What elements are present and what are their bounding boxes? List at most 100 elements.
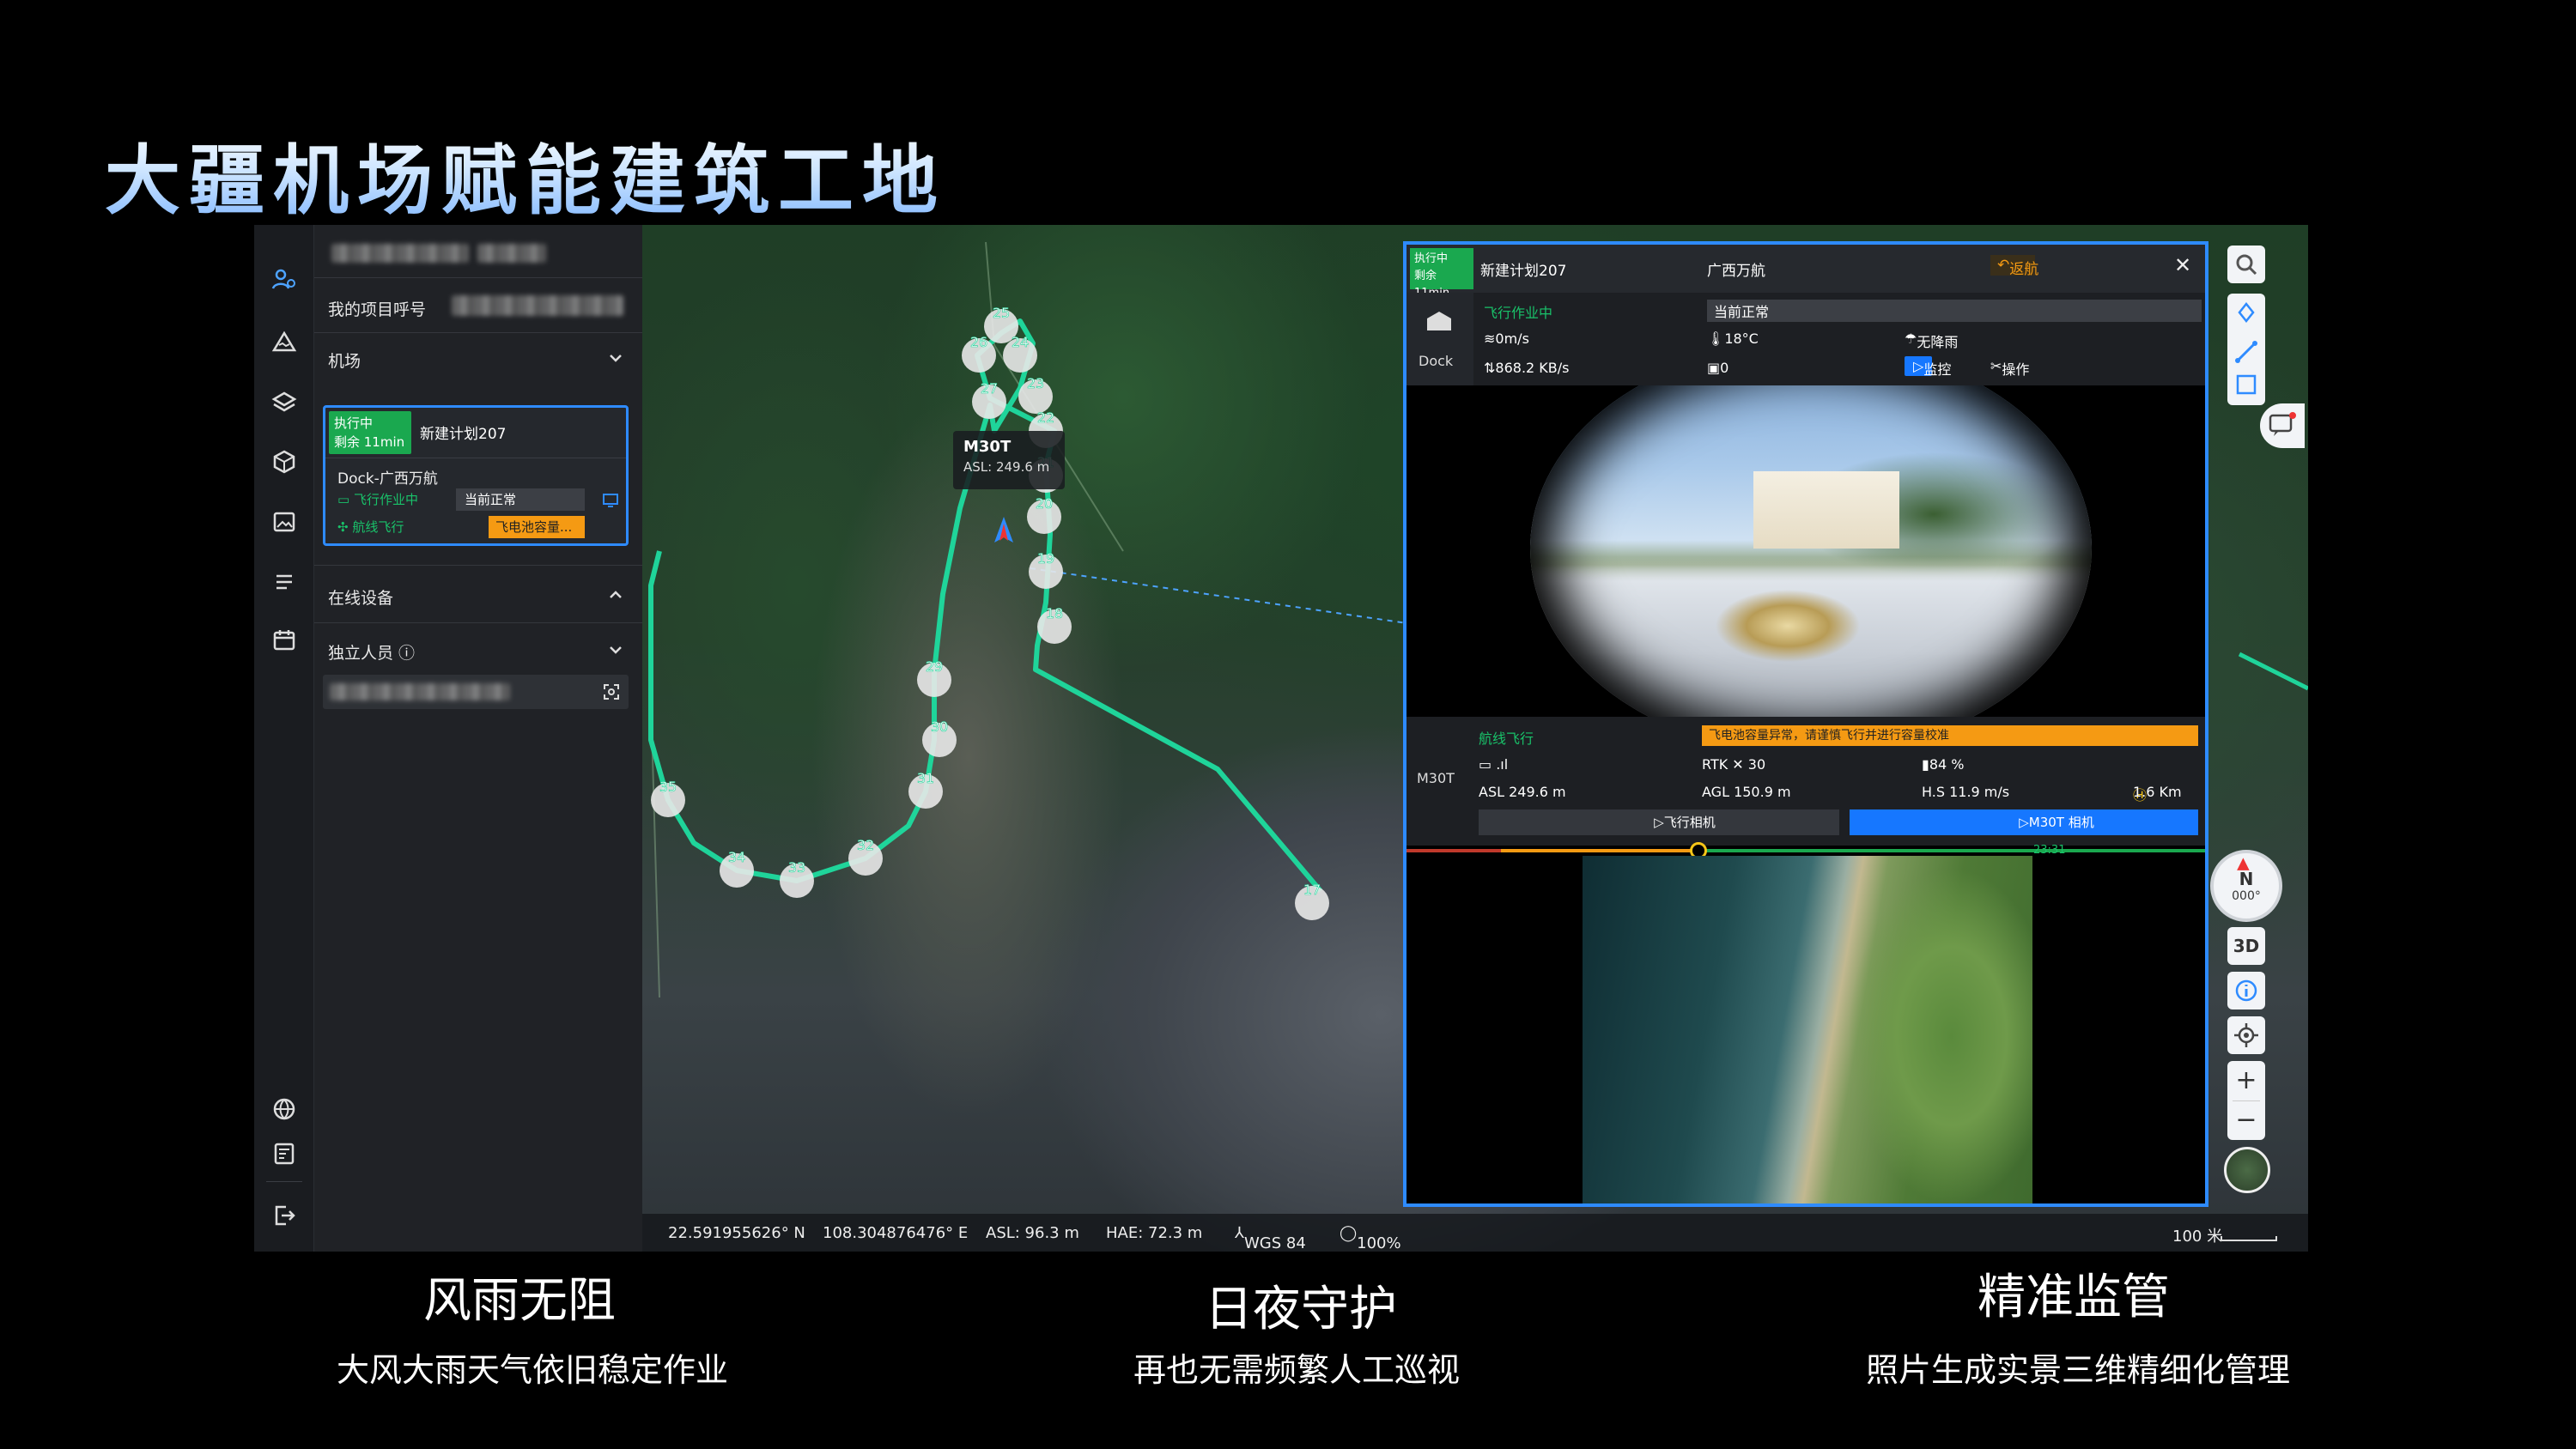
waypoint-label: 24 [1012, 334, 1029, 350]
waypoint-marker[interactable]: 29 [917, 658, 951, 697]
rain-readout: ☂ 无降雨 [1905, 330, 1959, 350]
waypoint-marker[interactable]: 20 [1027, 495, 1061, 534]
dock-info: Dock 飞行作业中 当前正常 ≋ 0m/s 🌡 18°C ☂ 无降雨 ⇅ 86… [1406, 293, 2205, 385]
info-button[interactable] [2227, 972, 2265, 1009]
live-status-badge: 执行中 剩余 11min [1410, 248, 1473, 300]
waypoint-label: 26 [970, 334, 987, 350]
network-readout: ⇅ 868.2 KB/s [1484, 360, 1570, 376]
operate-button[interactable]: ✂ 操作 [1990, 358, 2029, 378]
wind-readout: ≋ 0m/s [1484, 330, 1529, 347]
rail-divider [266, 1181, 302, 1182]
dock-state-value: 当前正常 [456, 488, 585, 511]
waypoint-label: 34 [728, 849, 745, 865]
project-row[interactable]: 我的项目呼号 [314, 278, 642, 333]
return-home-button[interactable]: ↶ 返航 [1990, 255, 2038, 278]
drone-icon[interactable] [994, 517, 1013, 551]
live-panel-header: 执行中 剩余 11min 新建计划207 广西万航 ↶ 返航 ✕ [1406, 245, 2205, 300]
live-drone-state: 航线飞行 [1479, 731, 1534, 747]
waypoint-label: 17 [1303, 882, 1321, 898]
logout-icon[interactable] [269, 1200, 300, 1231]
storage-readout: ▣ 0 [1707, 360, 1729, 376]
waypoint-marker[interactable]: 31 [908, 770, 943, 809]
list-icon[interactable] [269, 567, 300, 597]
toggle-3d-button[interactable]: 3D [2227, 927, 2265, 965]
scale-label: 100 米 [2172, 1228, 2223, 1246]
longitude: 108.304876476° E [823, 1224, 969, 1242]
chevron-up-icon[interactable] [606, 585, 625, 604]
search-map-button[interactable] [2227, 246, 2265, 283]
terrain-icon[interactable] [269, 326, 300, 357]
waypoint-label: 32 [857, 837, 874, 853]
task-name: 新建计划207 [420, 426, 507, 443]
locate-button[interactable] [2227, 1016, 2265, 1054]
task-card[interactable]: 执行中 剩余 11min 新建计划207 Dock-广西万航 ▭ 飞行作业中 当… [323, 405, 629, 546]
waypoint-marker[interactable]: 30 [922, 718, 957, 757]
compass-widget[interactable]: N 000° [2210, 850, 2282, 922]
calendar-icon[interactable] [269, 625, 300, 656]
waypoint-marker[interactable]: 17 [1295, 882, 1329, 920]
basemap-switch-button[interactable] [2224, 1147, 2270, 1193]
waypoint-label: 25 [993, 305, 1010, 321]
timeline-time: 23:31 [2033, 844, 2066, 857]
waypoint-label: 33 [788, 859, 805, 876]
zoom-in-button[interactable]: + [2227, 1061, 2265, 1100]
hae-readout: HAE: 72.3 m [1106, 1224, 1203, 1242]
layers-icon[interactable] [269, 386, 300, 417]
independent-person-header[interactable]: 独立人员 ⓘ [314, 623, 642, 671]
aerial-image [1583, 856, 2032, 1203]
monitor-button[interactable]: ▷ 监控 [1905, 356, 1951, 378]
dock-name: Dock-广西万航 [337, 470, 438, 488]
waypoint-label: 23 [1027, 375, 1044, 391]
zoom-controls[interactable]: + − [2227, 1061, 2265, 1140]
flight-timeline[interactable]: 23:31 [1406, 842, 2205, 859]
model-icon[interactable] [269, 446, 300, 477]
drawing-tools[interactable] [2227, 294, 2265, 405]
waypoint-marker[interactable]: 33 [780, 859, 814, 898]
m30t-camera-button[interactable]: ▷ M30T 相机 [1850, 809, 2198, 835]
drone-tooltip: M30T ASL: 249.6 m [953, 431, 1065, 489]
dock-section-header[interactable]: 机场 [314, 333, 642, 381]
live-video-panel[interactable]: 执行中 剩余 11min 新建计划207 广西万航 ↶ 返航 ✕ Dock 飞行… [1403, 241, 2208, 1207]
caption-subtitle-2: 再也无需频繁人工巡视 [1133, 1351, 1460, 1389]
datum: ⅄ WGS 84 [1235, 1224, 1306, 1252]
media-icon[interactable] [269, 506, 300, 537]
online-devices-header[interactable]: 在线设备 [314, 565, 642, 623]
drone-info: M30T 航线飞行 飞电池容量异常，请谨慎飞行并进行容量校准 ▭ .ıl RTK… [1406, 717, 2205, 846]
live-dock-state: 飞行作业中 [1484, 305, 1553, 321]
person-search-field[interactable] [323, 675, 629, 709]
close-icon[interactable]: ✕ [2174, 253, 2191, 277]
flight-camera-button[interactable]: ▷ 飞行相机 [1479, 809, 1839, 835]
message-button[interactable] [2260, 403, 2305, 448]
waypoint-marker[interactable]: 19 [1029, 550, 1063, 589]
project-icon[interactable] [269, 264, 300, 295]
scan-icon[interactable] [603, 683, 620, 700]
globe-icon[interactable] [269, 1094, 300, 1125]
slide-title: 大疆机场赋能建筑工地 [105, 120, 946, 229]
online-devices-label: 在线设备 [328, 589, 394, 608]
drone-agl: AGL 150.9 m [1702, 784, 1791, 800]
caption-subtitle-3: 照片生成实景三维精细化管理 [1865, 1351, 2290, 1389]
waypoint-marker[interactable]: 35 [651, 779, 685, 817]
waypoint-label: 31 [917, 770, 934, 786]
waypoint-marker[interactable]: 32 [848, 837, 883, 876]
caption-title-1: 风雨无阻 [423, 1273, 616, 1329]
chevron-down-icon[interactable] [606, 640, 625, 659]
drone-label: M30T [1417, 770, 1455, 786]
map-status-bar: 22.591955626° N 108.304876476° E ASL: 96… [642, 1214, 2308, 1252]
report-icon[interactable] [269, 1138, 300, 1169]
dock-camera-feed[interactable] [1406, 385, 2205, 717]
waypoint-label: 18 [1046, 605, 1063, 621]
drone-warning: 飞电池容量... [489, 516, 585, 538]
monitor-icon[interactable] [602, 492, 619, 509]
zoom-out-button[interactable]: − [2227, 1100, 2265, 1140]
battery-warning: 飞电池容量异常，请谨慎飞行并进行容量校准 [1702, 725, 2198, 746]
waypoint-marker[interactable]: 34 [720, 849, 754, 888]
waypoint-label: 19 [1037, 550, 1054, 567]
live-dock-name: 广西万航 [1707, 263, 1765, 280]
drone-camera-feed[interactable] [1406, 856, 2205, 1203]
scale-bar [2221, 1236, 2277, 1241]
waypoint-marker[interactable]: 27 [972, 380, 1006, 419]
chevron-down-icon[interactable] [606, 349, 625, 367]
waypoint-label: 35 [659, 779, 677, 795]
waypoint-label: 20 [1036, 495, 1053, 512]
